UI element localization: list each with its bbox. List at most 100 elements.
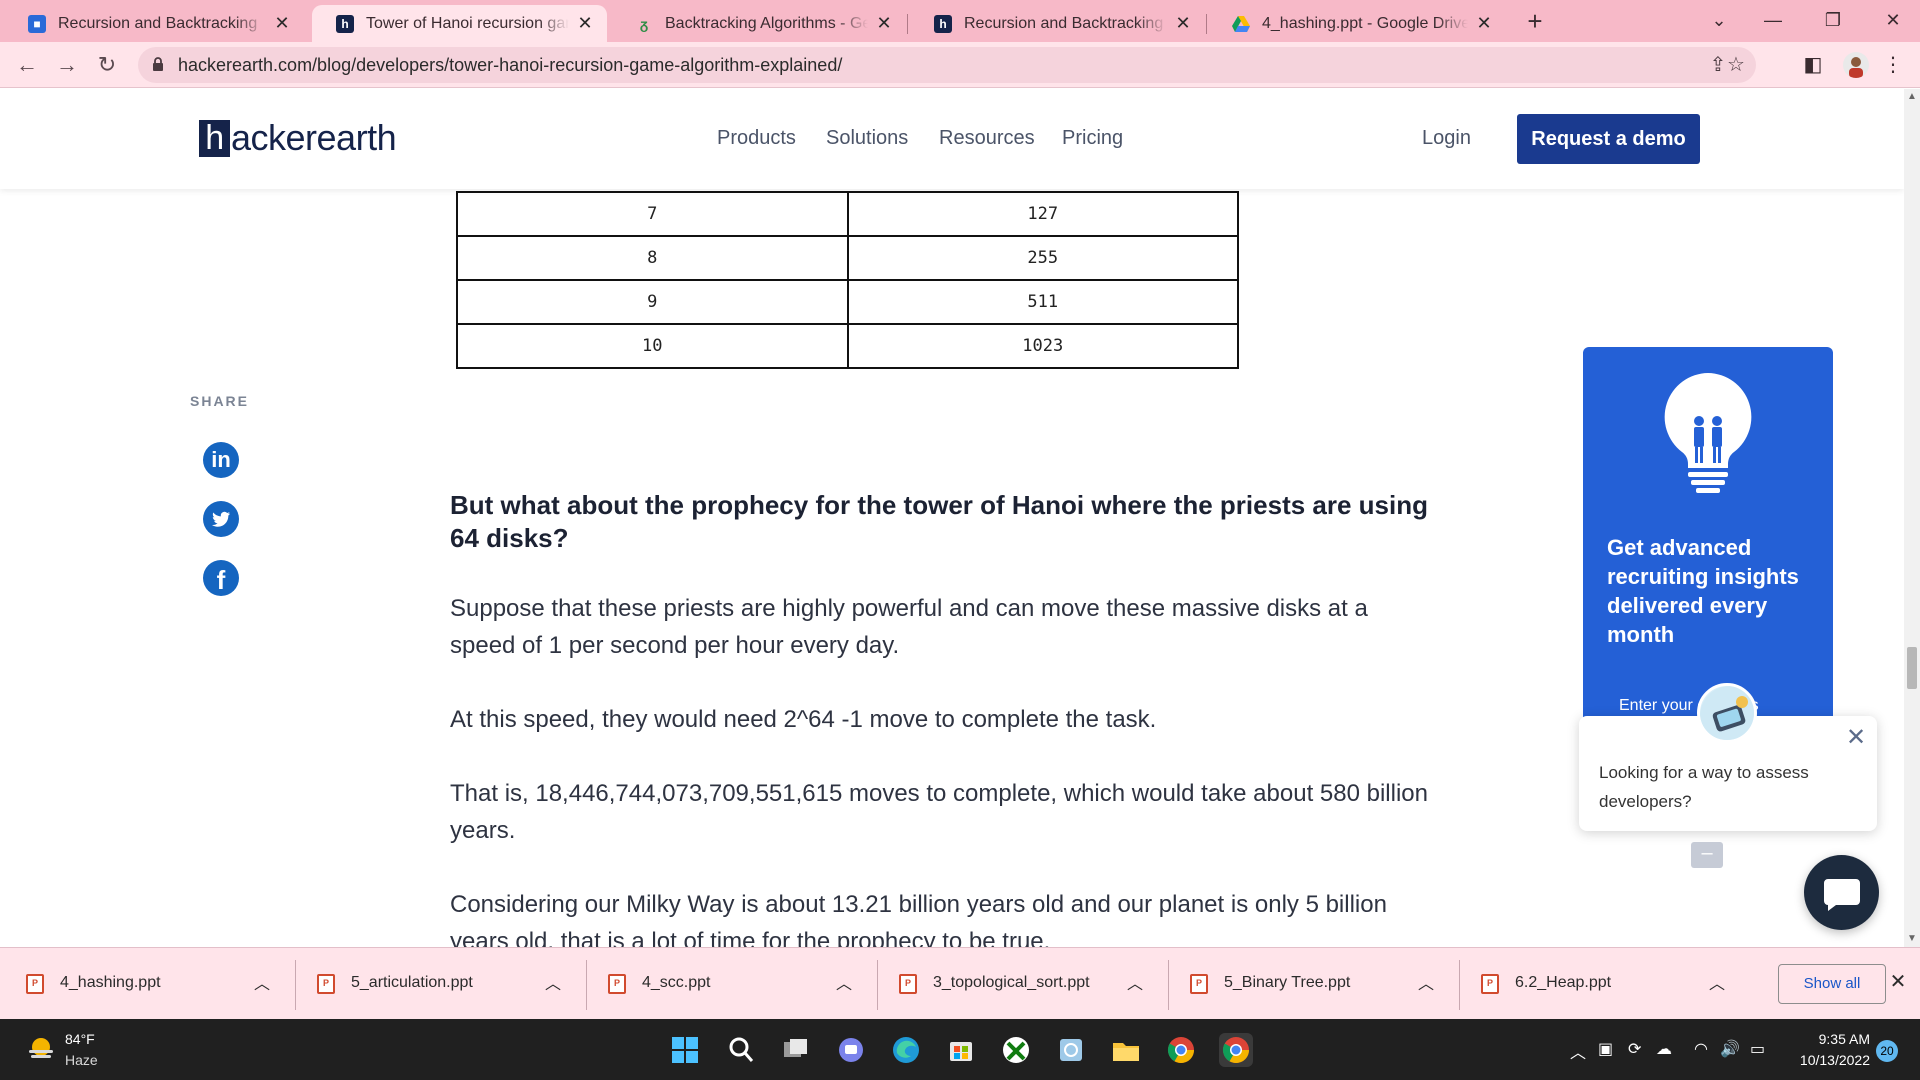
nav-resources[interactable]: Resources	[939, 127, 1035, 150]
side-panel-icon[interactable]: ◧	[1800, 52, 1826, 78]
notification-badge[interactable]: 20	[1876, 1040, 1898, 1062]
twitter-icon[interactable]	[203, 501, 239, 537]
adobe-tray-icon[interactable]: ▣	[1598, 1039, 1613, 1059]
newsletter-promo: Get advanced recruiting insights deliver…	[1583, 347, 1833, 727]
geeksforgeeks-icon: ᵹ	[639, 15, 649, 32]
chevron-up-icon[interactable]: ︿	[1418, 970, 1434, 994]
ppt-file-icon: P	[1481, 974, 1499, 994]
chrome-profile-icon[interactable]	[1219, 1033, 1253, 1067]
chat-launcher-button[interactable]	[1804, 855, 1879, 930]
weather-haze-icon[interactable]	[26, 1034, 56, 1064]
table-cell-disks: 9	[456, 279, 849, 325]
facebook-icon[interactable]: f	[203, 560, 239, 596]
tab-close-icon[interactable]: ✕	[575, 13, 595, 34]
onedrive-icon[interactable]: ☁	[1656, 1039, 1672, 1059]
chevron-up-icon[interactable]: ︿	[836, 970, 852, 994]
tab-search-icon[interactable]: ⌄	[1696, 4, 1742, 36]
close-window-button[interactable]: ✕	[1870, 4, 1916, 36]
nav-products[interactable]: Products	[717, 127, 796, 150]
close-icon[interactable]: ✕	[1844, 726, 1868, 750]
chrome-icon[interactable]	[1164, 1033, 1198, 1067]
tab-title: 4_hashing.ppt - Google Drive	[1262, 14, 1468, 32]
maximize-button[interactable]: ❐	[1810, 4, 1856, 36]
tab-close-icon[interactable]: ✕	[874, 13, 894, 34]
scroll-down-icon[interactable]: ▼	[1904, 931, 1920, 947]
hackerearth-logo[interactable]: h ackerearth	[199, 117, 397, 159]
download-item[interactable]: P 5_Binary Tree.ppt ︿	[1164, 948, 1456, 1020]
clock-date[interactable]: 10/13/2022	[1794, 1052, 1870, 1068]
tab-separator	[907, 14, 908, 34]
browser-menu-icon[interactable]: ⋮	[1880, 52, 1906, 78]
tab-tower-of-hanoi[interactable]: h Tower of Hanoi recursion game a ✕	[312, 5, 607, 42]
nav-solutions[interactable]: Solutions	[826, 127, 908, 150]
table-cell-disks: 8	[456, 235, 849, 281]
clock-time[interactable]: 9:35 AM	[1810, 1031, 1870, 1047]
photos-icon[interactable]	[1054, 1033, 1088, 1067]
volume-icon[interactable]: 🔊	[1720, 1039, 1740, 1059]
login-link[interactable]: Login	[1422, 127, 1471, 150]
download-item[interactable]: P 4_scc.ppt ︿	[582, 948, 874, 1020]
forward-button[interactable]: →	[52, 50, 82, 80]
lightbulb-icon	[1664, 373, 1752, 493]
download-item[interactable]: P 4_hashing.ppt ︿	[0, 948, 292, 1020]
edge-icon[interactable]	[889, 1033, 923, 1067]
chevron-up-icon[interactable]: ︿	[254, 970, 270, 994]
download-item[interactable]: P 3_topological_sort.ppt ︿	[873, 948, 1165, 1020]
bookmark-star-icon[interactable]: ☆	[1724, 54, 1748, 78]
article-paragraph: That is, 18,446,744,073,709,551,615 move…	[450, 780, 1428, 844]
chat-bot-avatar	[1697, 683, 1757, 743]
tab-close-icon[interactable]: ✕	[272, 13, 292, 34]
microsoft-store-icon[interactable]	[944, 1033, 978, 1067]
reload-button[interactable]: ↻	[92, 50, 122, 80]
windows-taskbar: 84°F Haze ︿ ▣ ⟳ ☁ ◠ 🔊 ▭ 9:35 AM 10/13/20…	[0, 1019, 1920, 1080]
chevron-up-icon[interactable]: ︿	[1709, 970, 1725, 994]
hackerearth-icon: h	[934, 14, 952, 33]
linkedin-icon[interactable]: in	[203, 442, 239, 478]
page-scrollbar[interactable]: ▲ ▼	[1904, 89, 1920, 947]
tab-title: Recursion and Backtracking	[58, 14, 258, 32]
file-explorer-icon[interactable]	[1109, 1033, 1143, 1067]
chevron-up-icon[interactable]: ︿	[1570, 1039, 1586, 1063]
chat-minimize-button[interactable]: –	[1691, 842, 1723, 868]
back-button[interactable]: ←	[12, 50, 42, 80]
sync-tray-icon[interactable]: ⟳	[1628, 1039, 1641, 1059]
tab-recursion-backtracking[interactable]: ■ Recursion and Backtracking ✕	[4, 5, 304, 42]
table-cell-moves: 255	[846, 235, 1239, 281]
scroll-up-icon[interactable]: ▲	[1904, 89, 1920, 105]
article-paragraph: Suppose that these priests are highly po…	[450, 595, 1368, 659]
download-item[interactable]: P 6.2_Heap.ppt ︿	[1455, 948, 1747, 1020]
show-all-downloads-button[interactable]: Show all	[1778, 964, 1886, 1004]
url-text: hackerearth.com/blog/developers/tower-ha…	[178, 55, 843, 75]
table-row: 9 511	[456, 279, 1239, 325]
windows-start-icon[interactable]	[668, 1033, 702, 1067]
battery-icon[interactable]: ▭	[1750, 1039, 1765, 1059]
tab-recursion-tutorial[interactable]: h Recursion and Backtracking Tuto ✕	[910, 5, 1205, 42]
task-view-icon[interactable]	[779, 1033, 813, 1067]
tab-backtracking-geeks[interactable]: ᵹ Backtracking Algorithms - Geeks ✕	[611, 5, 906, 42]
chevron-up-icon[interactable]: ︿	[545, 970, 561, 994]
profile-avatar[interactable]	[1843, 52, 1869, 78]
search-icon[interactable]	[724, 1033, 758, 1067]
download-filename: 5_articulation.ppt	[351, 974, 473, 991]
tab-title: Tower of Hanoi recursion game a	[366, 14, 569, 32]
nav-pricing[interactable]: Pricing	[1062, 127, 1123, 150]
address-bar[interactable]: hackerearth.com/blog/developers/tower-ha…	[138, 47, 1756, 83]
download-item[interactable]: P 5_articulation.ppt ︿	[291, 948, 583, 1020]
ppt-file-icon: P	[608, 974, 626, 994]
minimize-button[interactable]: —	[1750, 4, 1796, 36]
chevron-up-icon[interactable]: ︿	[1127, 970, 1143, 994]
request-demo-button[interactable]: Request a demo	[1517, 114, 1700, 164]
tab-close-icon[interactable]: ✕	[1474, 13, 1494, 34]
table-cell-disks: 10	[456, 323, 849, 369]
download-filename: 5_Binary Tree.ppt	[1224, 974, 1351, 991]
close-icon[interactable]: ✕	[1886, 970, 1910, 994]
wifi-icon[interactable]: ◠	[1694, 1039, 1708, 1059]
table-cell-moves: 127	[846, 191, 1239, 237]
weather-temperature: 84°F	[65, 1031, 95, 1047]
tab-google-drive[interactable]: 4_hashing.ppt - Google Drive ✕	[1208, 5, 1506, 42]
scrollbar-thumb[interactable]	[1907, 647, 1917, 689]
new-tab-button[interactable]: +	[1521, 8, 1549, 36]
teams-chat-icon[interactable]	[834, 1033, 868, 1067]
tab-close-icon[interactable]: ✕	[1173, 13, 1193, 34]
xbox-icon[interactable]	[999, 1033, 1033, 1067]
